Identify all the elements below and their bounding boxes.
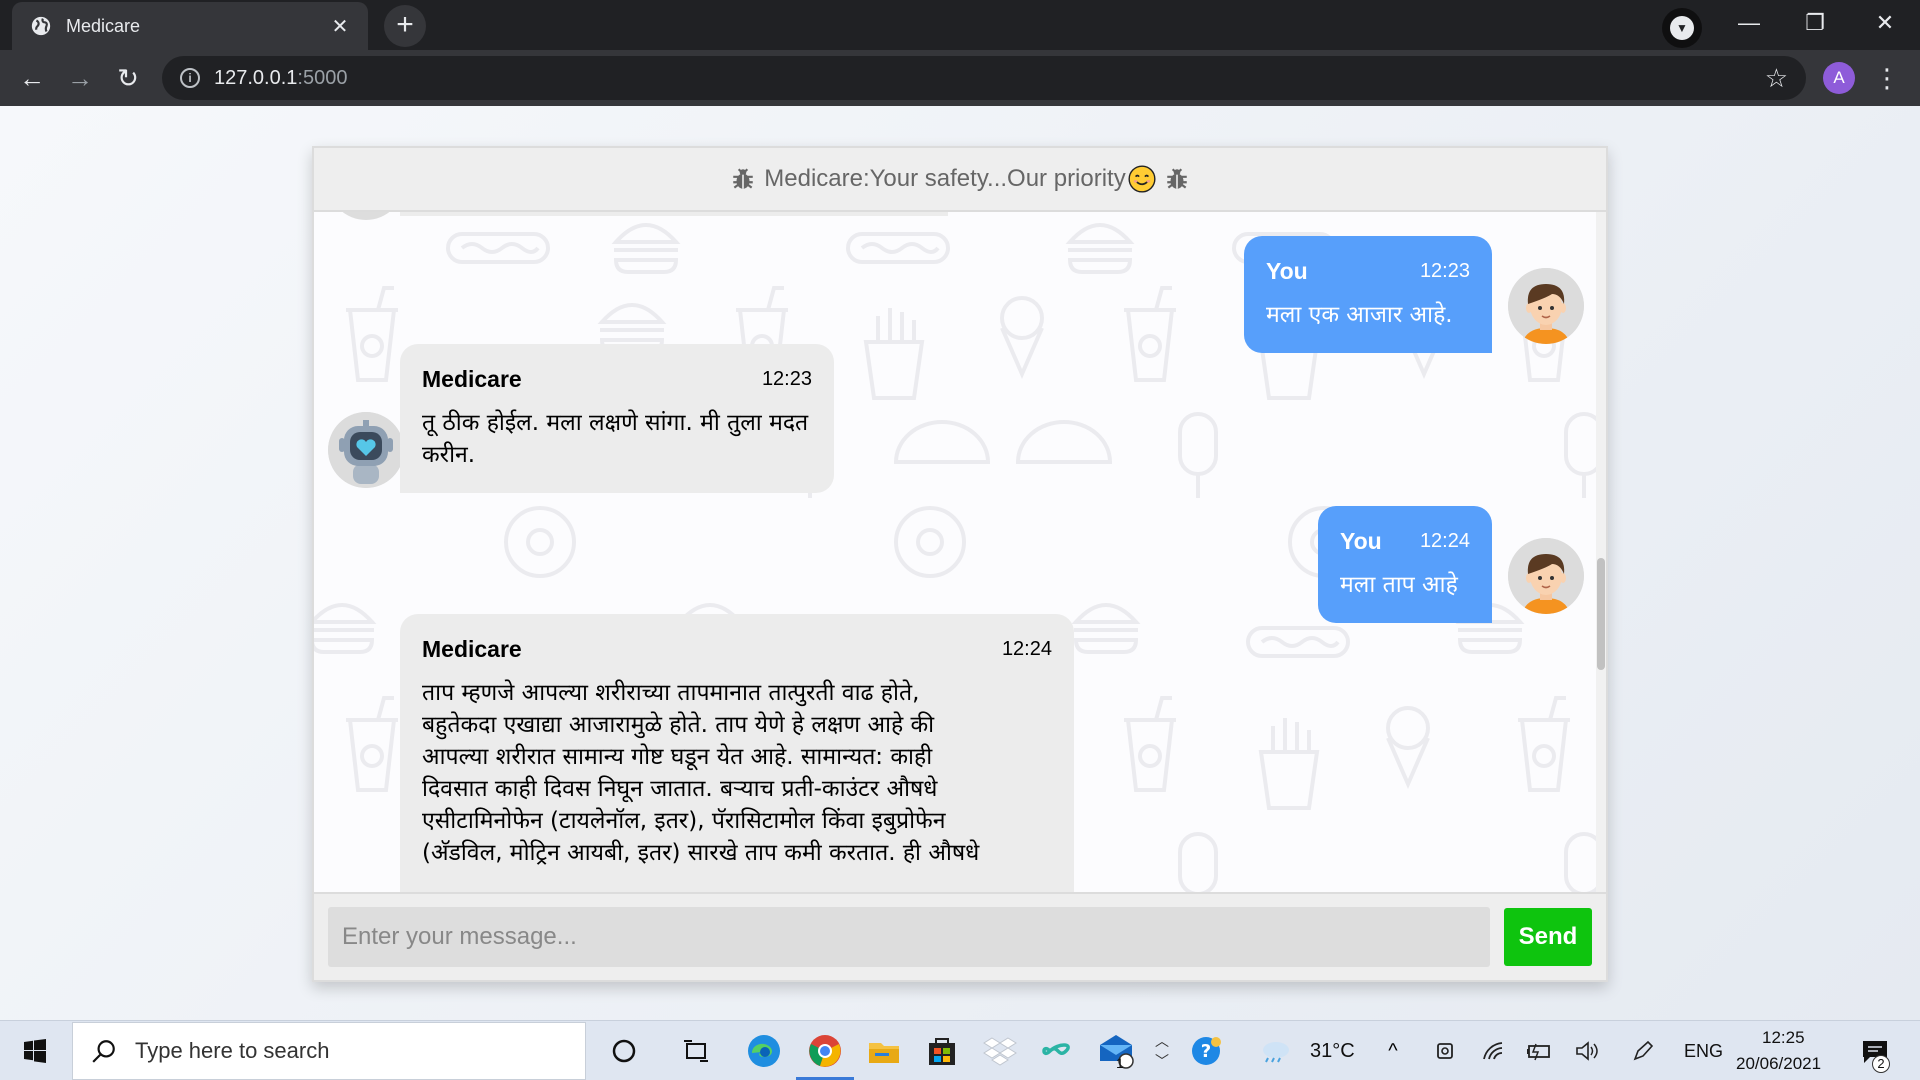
url-port: :5000	[297, 66, 348, 89]
page-background: Medicare:Your safety...Our priority You …	[0, 106, 1920, 1020]
globe-icon	[31, 16, 51, 36]
file-explorer-icon[interactable]	[856, 1021, 912, 1080]
bookmark-star-icon[interactable]: ☆	[1765, 63, 1788, 94]
windows-taskbar: Type here to search 1 ︿ ﹀ ? 31°C ^ ENG 1…	[0, 1020, 1920, 1080]
back-icon[interactable]: ←	[14, 60, 50, 96]
svg-text:?: ?	[1201, 1041, 1211, 1062]
restore-button[interactable]: ❐	[1782, 0, 1848, 46]
chat-input-area: Enter your message... Send	[314, 892, 1606, 980]
url-host: 127.0.0.1	[214, 66, 298, 89]
message-time: 12:23	[1419, 260, 1470, 282]
forward-icon[interactable]: →	[62, 60, 98, 96]
site-info-icon[interactable]: i	[180, 68, 200, 88]
tab-title: Medicare	[66, 15, 141, 36]
search-icon	[92, 1040, 115, 1063]
message-input[interactable]: Enter your message...	[328, 907, 1490, 967]
user-message-bubble: You 12:23 मला एक आजार आहे.	[1244, 236, 1492, 353]
tray-scroll-arrows-icon[interactable]: ︿ ﹀	[1148, 1021, 1176, 1080]
chat-window: Medicare:Your safety...Our priority You …	[312, 146, 1608, 982]
mail-badge: 1	[1116, 1055, 1124, 1071]
message-sender: You	[1266, 258, 1308, 284]
infinity-app-icon[interactable]	[1030, 1021, 1086, 1080]
chat-scrollbar-thumb[interactable]	[1597, 558, 1605, 670]
bug-icon	[1166, 168, 1187, 189]
address-bar[interactable]: i 127.0.0.1 :5000 ☆	[162, 56, 1806, 100]
bug-icon	[733, 168, 753, 189]
message-sender: Medicare	[422, 636, 522, 662]
battery-icon[interactable]	[1524, 1021, 1554, 1080]
message-line: ताप म्हणजे आपल्या शरीराच्या तापमानात तात…	[422, 680, 920, 706]
new-tab-button[interactable]: +	[384, 5, 426, 47]
bot-message-bubble: Medicare 12:23 तू ठीक होईल. मला लक्षणे स…	[400, 344, 834, 493]
message-line: दिवसात काही दिवस निघून जातात. बर्‍याच प्…	[422, 776, 938, 802]
notification-badge: 2	[1872, 1055, 1890, 1073]
bot-message-bubble: Medicare 12:24 ताप म्हणजे आपल्या शरीराच्…	[400, 614, 1074, 892]
message-line: बहुतेकदा एखाद्या आजारामुळे होते. ताप येण…	[422, 712, 935, 738]
help-icon[interactable]: ?	[1178, 1021, 1234, 1080]
clock-date[interactable]: 20/06/2021	[1736, 1054, 1821, 1074]
weather-temperature[interactable]: 31°C	[1310, 1040, 1355, 1063]
browser-tab[interactable]: Medicare ✕	[12, 2, 368, 50]
task-view-icon[interactable]	[668, 1021, 724, 1080]
microsoft-store-icon[interactable]	[914, 1021, 970, 1080]
previous-message-bubble	[400, 212, 948, 216]
windows-start-icon[interactable]	[0, 1021, 70, 1080]
user-avatar	[1508, 268, 1584, 344]
message-text: मला एक आजार आहे.	[1266, 302, 1453, 328]
browser-toolbar: ← → ↻ i 127.0.0.1 :5000 ☆ A ⋮	[0, 50, 1920, 106]
profile-avatar[interactable]: A	[1823, 62, 1855, 94]
chat-header-title: Medicare:Your safety...Our priority	[764, 165, 1126, 192]
chevron-down-icon: ▼	[1670, 16, 1694, 40]
message-time: 12:24	[1419, 530, 1470, 552]
smiley-icon	[1128, 165, 1156, 193]
close-window-button[interactable]: ✕	[1852, 0, 1918, 46]
message-text: मला ताप आहे	[1340, 572, 1458, 598]
browser-tab-bar: Medicare ✕ + ▼ — ❐ ✕	[0, 0, 1920, 50]
reload-icon[interactable]: ↻	[110, 60, 146, 96]
chat-header: Medicare:Your safety...Our priority	[314, 148, 1606, 212]
meet-now-icon[interactable]	[1430, 1021, 1460, 1080]
browser-menu-icon[interactable]: ⋮	[1874, 60, 1900, 96]
taskbar-search-box[interactable]: Type here to search	[72, 1022, 586, 1080]
message-time: 12:23	[761, 368, 812, 390]
chat-scrollbar[interactable]	[1596, 212, 1606, 892]
tab-close-icon[interactable]: ✕	[326, 14, 354, 39]
cortana-icon[interactable]	[596, 1021, 652, 1080]
user-avatar	[1508, 538, 1584, 614]
message-sender: Medicare	[422, 366, 522, 392]
tab-search-button[interactable]: ▼	[1662, 8, 1702, 48]
mail-icon[interactable]	[1086, 1021, 1146, 1080]
message-sender: You	[1340, 528, 1382, 554]
show-hidden-icons-chevron-icon[interactable]: ^	[1378, 1021, 1408, 1080]
volume-icon[interactable]	[1572, 1021, 1602, 1080]
edge-browser-icon[interactable]	[736, 1021, 792, 1080]
wifi-icon[interactable]	[1478, 1021, 1508, 1080]
taskbar-search-placeholder: Type here to search	[135, 1038, 330, 1063]
chat-messages-area[interactable]: You 12:23 मला एक आजार आहे. Medicare 12:2…	[314, 212, 1606, 892]
message-line: एसीटामिनोफेन (टायलेनॉल, इतर), पॅरासिटामो…	[422, 808, 946, 834]
language-indicator[interactable]: ENG	[1684, 1041, 1723, 1062]
clock-time[interactable]: 12:25	[1762, 1028, 1805, 1048]
message-text: ताप म्हणजे आपल्या शरीराच्या तापमानात तात…	[422, 677, 1052, 869]
message-time: 12:24	[1001, 638, 1052, 660]
pen-icon[interactable]	[1628, 1021, 1658, 1080]
message-line: (अ‍ॅडविल, मोट्रिन आयबी, इतर) सारखे ताप क…	[422, 840, 980, 866]
user-message-bubble: You 12:24 मला ताप आहे	[1318, 506, 1492, 623]
send-button[interactable]: Send	[1504, 908, 1592, 966]
bot-avatar	[328, 412, 404, 488]
chrome-icon[interactable]	[796, 1021, 854, 1080]
dropbox-icon[interactable]	[972, 1021, 1028, 1080]
minimize-button[interactable]: —	[1716, 0, 1782, 46]
message-text: तू ठीक होईल. मला लक्षणे सांगा. मी तुला म…	[422, 410, 809, 468]
message-line: आपल्या शरीरात सामान्य गोष्ट घडून येत आहे…	[422, 744, 933, 770]
weather-icon	[1256, 1021, 1296, 1080]
